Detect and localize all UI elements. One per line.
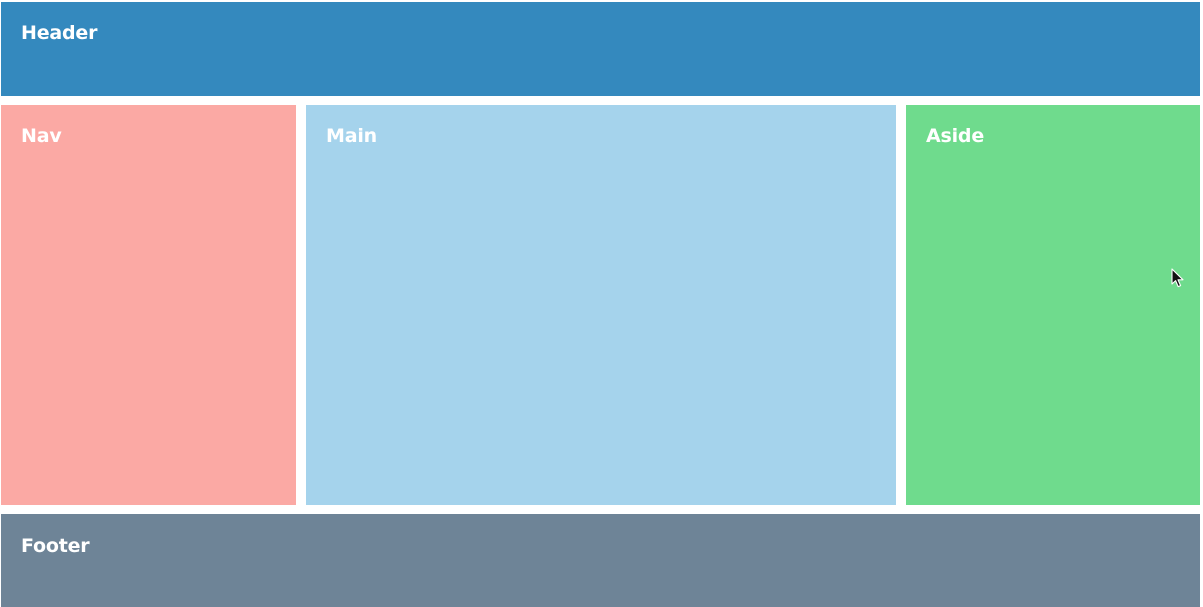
aside-label: Aside [926,125,985,147]
footer-region: Footer [1,514,1200,607]
header-region: Header [1,2,1200,96]
nav-region: Nav [1,105,296,505]
footer-label: Footer [21,535,90,557]
aside-region: Aside [906,105,1200,505]
main-region: Main [306,105,896,505]
header-label: Header [21,22,98,44]
nav-label: Nav [21,125,62,147]
mouse-pointer-icon [1171,268,1184,288]
main-label: Main [326,125,377,147]
